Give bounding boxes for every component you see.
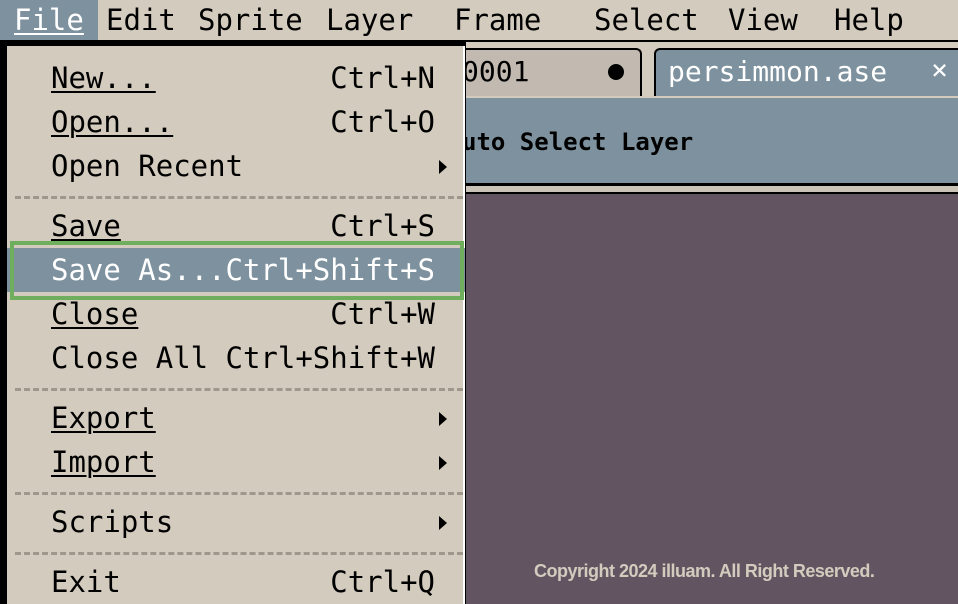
canvas-area[interactable]	[466, 196, 958, 604]
menu-frame[interactable]: Frame	[440, 0, 555, 40]
menu-separator	[15, 552, 463, 555]
menu-help[interactable]: Help	[820, 0, 918, 40]
menu-item-save[interactable]: Save Ctrl+S	[7, 204, 465, 248]
menu-item-import[interactable]: Import	[7, 440, 465, 484]
menu-view-label: View	[728, 3, 798, 37]
menu-separator	[15, 388, 463, 391]
auto-select-layer-option[interactable]: uto Select Layer	[462, 128, 693, 156]
submenu-arrow-icon	[439, 160, 447, 174]
menu-item-open[interactable]: Open... Ctrl+O	[7, 100, 465, 144]
menu-item-shortcut: Ctrl+Q	[330, 565, 435, 599]
menu-item-shortcut: Ctrl+S	[330, 209, 435, 243]
tab-persimmon[interactable]: persimmon.ase ×	[654, 48, 958, 96]
menu-item-export[interactable]: Export	[7, 396, 465, 440]
menu-item-close[interactable]: Close Ctrl+W	[7, 292, 465, 336]
menu-item-shortcut: Ctrl+W	[330, 297, 435, 331]
menu-item-shortcut: Ctrl+N	[330, 61, 435, 95]
menu-frame-label: Frame	[454, 3, 542, 37]
menu-item-shortcut: Ctrl+Shift+S	[225, 253, 435, 287]
submenu-arrow-icon	[439, 516, 447, 530]
menu-item-label: Import	[51, 445, 156, 479]
menu-file[interactable]: File	[0, 0, 98, 40]
menu-edit[interactable]: Edit	[92, 0, 190, 40]
menu-sprite[interactable]: Sprite	[184, 0, 317, 40]
menu-separator	[15, 492, 463, 495]
tab-persimmon-label: persimmon.ase	[668, 55, 888, 88]
menu-item-open-recent[interactable]: Open Recent	[7, 144, 465, 188]
menu-item-label: Save As...	[51, 253, 226, 287]
menu-item-label: New...	[51, 61, 156, 95]
submenu-arrow-icon	[439, 412, 447, 426]
menu-bar: File Edit Sprite Layer Frame Select View…	[0, 0, 958, 42]
context-toolbar: uto Select Layer	[462, 98, 958, 186]
tab-untitled-0001[interactable]: 0001	[442, 48, 642, 96]
document-tab-strip: 0001 persimmon.ase ×	[442, 42, 958, 98]
menu-item-label: Close All	[51, 341, 209, 375]
menu-item-label: Exit	[51, 565, 121, 599]
menu-layer[interactable]: Layer	[312, 0, 427, 40]
copyright-text: Copyright 2024 illuam. All Right Reserve…	[534, 561, 875, 581]
menu-file-label: File	[14, 3, 84, 37]
menu-view[interactable]: View	[714, 0, 812, 40]
menu-item-label: Scripts	[51, 505, 174, 539]
menu-item-save-as[interactable]: Save As... Ctrl+Shift+S	[7, 248, 465, 292]
menu-edit-label: Edit	[106, 3, 176, 37]
file-menu: New... Ctrl+N Open... Ctrl+O Open Recent…	[0, 42, 466, 604]
unsaved-dot-icon	[608, 64, 624, 80]
menu-sprite-label: Sprite	[198, 3, 303, 37]
toolbar-divider	[462, 186, 958, 194]
file-menu-panel: New... Ctrl+N Open... Ctrl+O Open Recent…	[7, 46, 465, 604]
menu-layer-label: Layer	[326, 3, 414, 37]
menu-item-shortcut: Ctrl+Shift+W	[225, 341, 435, 375]
menu-item-exit[interactable]: Exit Ctrl+Q	[7, 560, 465, 604]
menu-separator	[15, 196, 463, 199]
menu-item-label: Open Recent	[51, 149, 244, 183]
menu-item-label: Open...	[51, 105, 174, 139]
menu-item-label: Export	[51, 401, 156, 435]
menu-item-label: Save	[51, 209, 121, 243]
menu-help-label: Help	[834, 3, 904, 37]
tab-untitled-label: 0001	[462, 55, 530, 88]
menu-item-shortcut: Ctrl+O	[330, 105, 435, 139]
menu-item-scripts[interactable]: Scripts	[7, 500, 465, 544]
menu-item-close-all[interactable]: Close All Ctrl+Shift+W	[7, 336, 465, 380]
menu-item-new[interactable]: New... Ctrl+N	[7, 56, 465, 100]
menu-item-label: Close	[51, 297, 139, 331]
submenu-arrow-icon	[439, 456, 447, 470]
close-tab-icon[interactable]: ×	[931, 48, 948, 92]
menu-select[interactable]: Select	[580, 0, 713, 40]
menu-select-label: Select	[594, 3, 699, 37]
